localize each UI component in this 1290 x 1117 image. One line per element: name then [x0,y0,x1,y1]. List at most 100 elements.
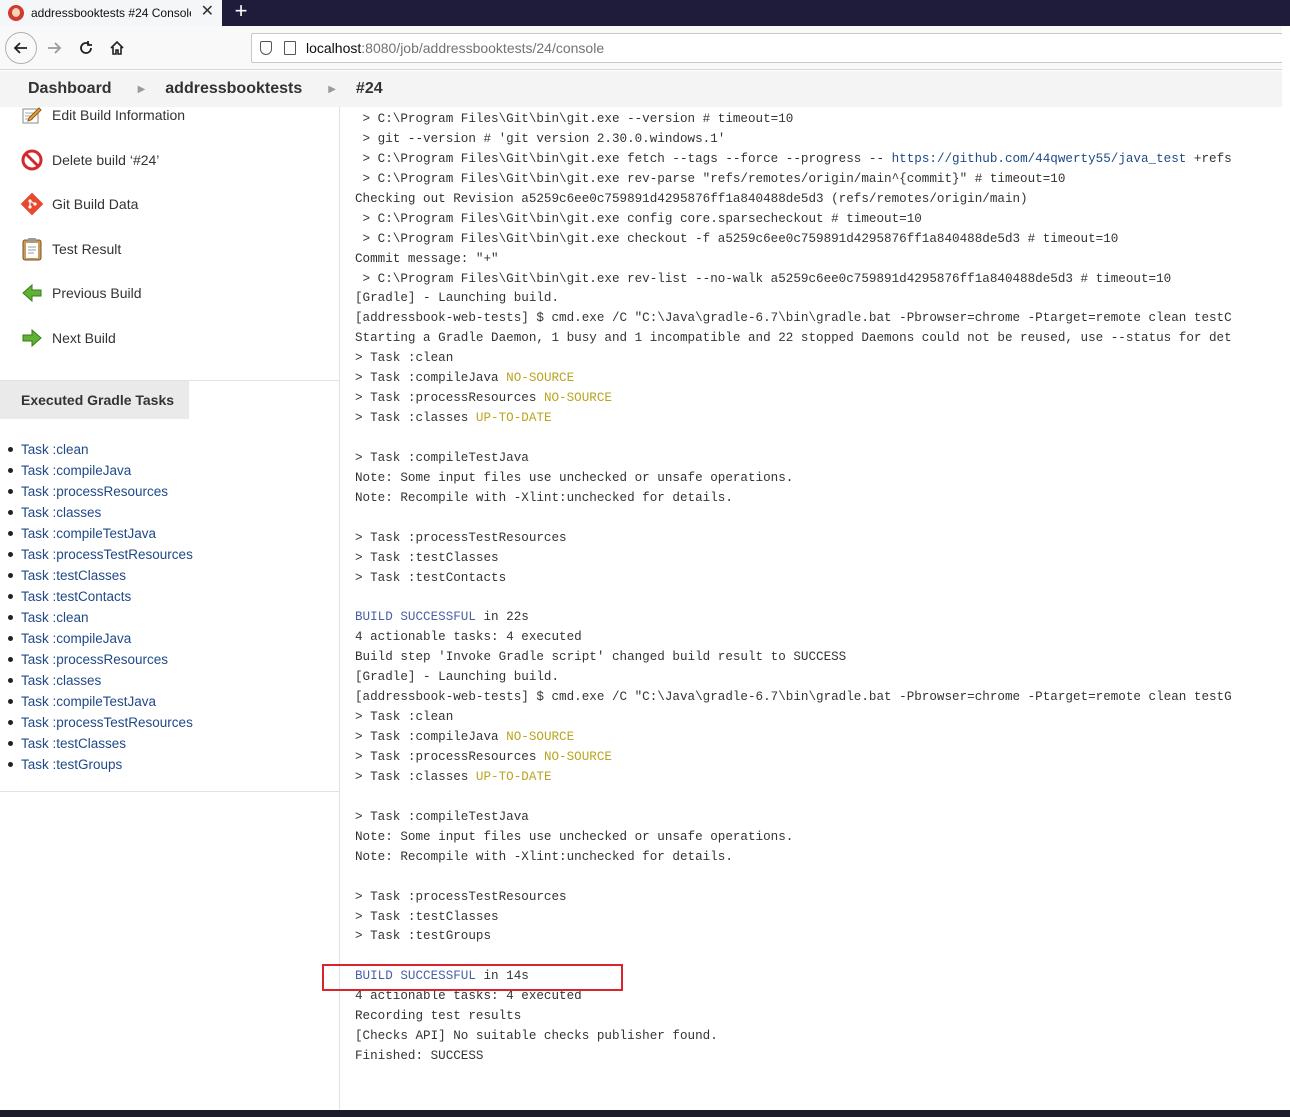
clipboard-icon [20,237,44,261]
home-icon [110,40,124,55]
console-text: > Task :testGroups [355,929,492,944]
console-line: > Task :clean [355,707,1282,727]
gradle-task-link[interactable]: Task :clean [8,439,193,460]
tab-close-icon[interactable]: ✕ [201,3,214,21]
os-taskbar [0,1110,1290,1117]
console-text: Note: Some input files use unchecked or … [355,829,794,844]
console-text: Note: Recompile with -Xlint:unchecked fo… [355,849,733,864]
console-line: 4 actionable tasks: 4 executed [355,627,1282,647]
console-text: > Task :processTestResources [355,889,567,904]
console-line: Finished: SUCCESS [355,1046,1282,1066]
reload-button[interactable] [72,34,100,62]
tracking-shield-icon[interactable] [260,41,272,55]
sidebar-item-label: Edit Build Information [52,107,186,123]
console-text: > Task :processResources [355,391,544,406]
arrow-right-icon [48,42,62,54]
back-button[interactable] [5,32,37,64]
console-line: BUILD SUCCESSFUL in 22s [355,607,1282,627]
jenkins-favicon-icon [8,5,24,21]
page-info-icon[interactable] [284,41,296,55]
console-line: Commit message: "+" [355,249,1282,269]
gradle-task-link[interactable]: Task :processResources [8,649,193,670]
console-text: > Task :processTestResources [355,530,567,545]
gradle-task-link[interactable]: Task :testContacts [8,586,193,607]
gradle-task-link[interactable]: Task :processTestResources [8,544,193,565]
url-host: localhost [306,40,362,56]
gradle-task-link[interactable]: Task :classes [8,670,193,691]
console-line: Note: Some input files use unchecked or … [355,827,1282,847]
gradle-task-link[interactable]: Task :processResources [8,481,193,502]
gradle-task-link[interactable]: Task :processTestResources [8,712,193,733]
git-icon [20,192,44,216]
edit-notepad-icon [20,103,44,127]
sidebar-item-previous-build[interactable]: Previous Build [20,280,142,306]
console-line: Starting a Gradle Daemon, 1 busy and 1 i… [355,328,1282,348]
console-text: > Task :compileTestJava [355,809,529,824]
gradle-task-link[interactable]: Task :compileJava [8,460,193,481]
console-line: > Task :processTestResources [355,528,1282,548]
console-text: [Checks API] No suitable checks publishe… [355,1029,718,1044]
console-line: > Task :classes UP-TO-DATE [355,767,1282,787]
home-button[interactable] [103,34,131,62]
console-line: > Task :classes UP-TO-DATE [355,408,1282,428]
executed-gradle-tasks-panel: Executed Gradle Tasks Task :clean Task :… [0,380,339,792]
sidebar-item-test-result[interactable]: Test Result [20,236,121,262]
console-line: > Task :processResources NO-SOURCE [355,388,1282,408]
breadcrumb-job[interactable]: addressbooktests [165,80,302,98]
task-outcome-label: NO-SOURCE [506,371,575,386]
gradle-task-link[interactable]: Task :testClasses [8,565,193,586]
console-line: [Checks API] No suitable checks publishe… [355,1026,1282,1046]
console-line: > Task :testClasses [355,548,1282,568]
console-line: > Task :testContacts [355,568,1282,588]
green-arrow-left-icon [20,281,44,305]
sidebar-item-label: Git Build Data [52,196,139,212]
console-text: Starting a Gradle Daemon, 1 busy and 1 i… [355,331,1232,346]
reload-icon [80,41,92,54]
console-text: > Task :testContacts [355,570,507,585]
breadcrumb-build[interactable]: #24 [356,80,383,98]
console-text: > Task :classes [355,769,476,784]
gradle-task-link[interactable]: Task :testGroups [8,754,193,775]
gradle-task-link[interactable]: Task :compileTestJava [8,691,193,712]
console-line: > git --version # 'git version 2.30.0.wi… [355,129,1282,149]
chevron-right-icon: ▶ [328,83,336,95]
sidebar-item-edit-build[interactable]: Edit Build Information [20,102,185,128]
console-text: [addressbook-web-tests] $ cmd.exe /C "C:… [355,311,1232,326]
console-line: > C:\Program Files\Git\bin\git.exe confi… [355,209,1282,229]
build-status-text: BUILD SUCCESSFUL [355,610,476,625]
console-text: > Task :clean [355,351,454,366]
address-bar[interactable]: localhost:8080/job/addressbooktests/24/c… [251,33,1283,63]
forward-button[interactable] [40,34,68,62]
breadcrumb-dashboard[interactable]: Dashboard [28,80,112,98]
scrollbar-track[interactable] [1282,26,1290,1117]
new-tab-button[interactable]: + [229,0,253,24]
chevron-right-icon: ▶ [137,83,146,95]
console-line: Build step 'Invoke Gradle script' change… [355,647,1282,667]
url-path: :8080/job/addressbooktests/24/console [361,40,605,56]
console-line: Note: Recompile with -Xlint:unchecked fo… [355,488,1282,508]
sidebar-item-git-build-data[interactable]: Git Build Data [20,191,138,217]
console-line: > C:\Program Files\Git\bin\git.exe check… [355,229,1282,249]
repo-link[interactable]: https://github.com/44qwerty55/java_test [892,152,1187,166]
console-line: [Gradle] - Launching build. [355,288,1282,308]
sidebar-item-next-build[interactable]: Next Build [20,325,116,351]
console-text: Commit message: "+" [355,251,499,266]
console-text: > Task :clean [355,710,454,725]
browser-tab[interactable]: addressbooktests #24 Console [ ✕ [0,0,222,26]
console-line: > C:\Program Files\Git\bin\git.exe rev-l… [355,269,1282,289]
sidebar-item-delete-build[interactable]: Delete build ‘#24’ [20,147,159,173]
console-line: > Task :compileTestJava [355,807,1282,827]
console-line: [addressbook-web-tests] $ cmd.exe /C "C:… [355,308,1282,328]
console-text: Note: Some input files use unchecked or … [355,470,794,485]
console-text: > Task :compileJava [355,371,507,386]
console-text: > C:\Program Files\Git\bin\git.exe check… [355,231,1119,246]
gradle-task-link[interactable]: Task :classes [8,502,193,523]
gradle-task-link[interactable]: Task :compileJava [8,628,193,649]
build-successful-highlight [322,964,623,991]
gradle-task-link[interactable]: Task :compileTestJava [8,523,193,544]
console-text: > Task :testClasses [355,909,499,924]
gradle-task-link[interactable]: Task :testClasses [8,733,193,754]
gradle-task-link[interactable]: Task :clean [8,607,193,628]
url-text: localhost:8080/job/addressbooktests/24/c… [306,40,604,56]
